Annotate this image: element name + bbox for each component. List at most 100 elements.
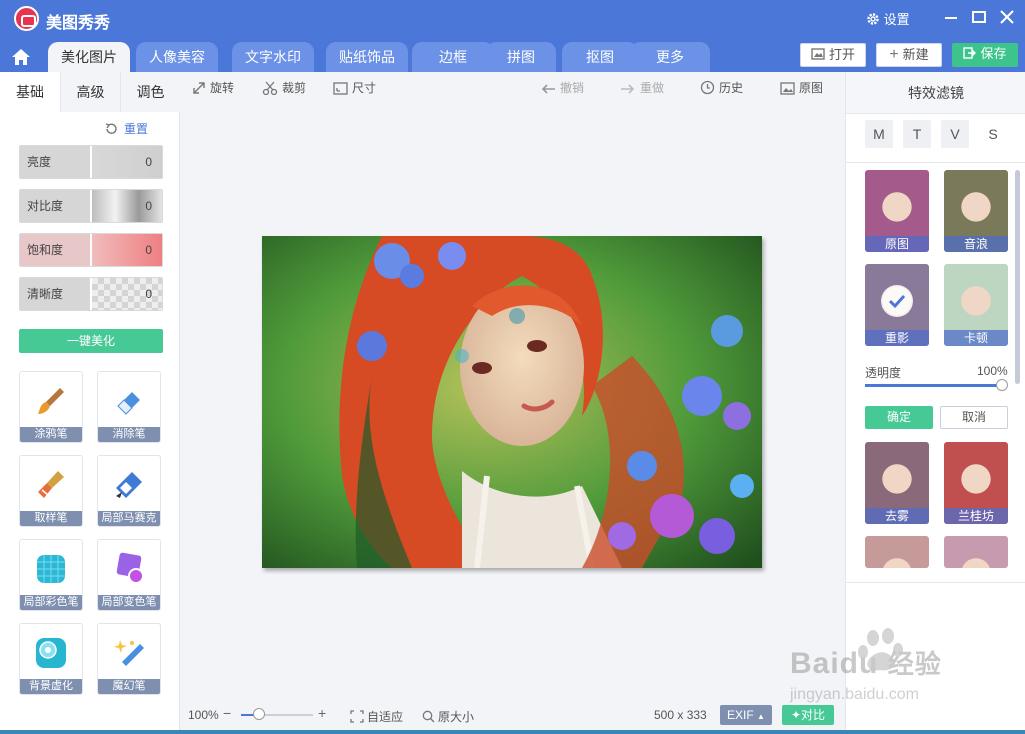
tool-color-pen[interactable]: 局部彩色笔 (19, 539, 83, 611)
watermark-brand: Baidu 经验 (790, 644, 942, 681)
filter-category-m[interactable]: M (865, 120, 893, 148)
size-button[interactable]: 尺寸 (333, 80, 376, 96)
subtab-color[interactable]: 调色 (120, 72, 180, 112)
tool-magic-pen[interactable]: 魔幻笔 (97, 623, 161, 695)
tool-sample-pen[interactable]: 取样笔 (19, 455, 83, 527)
rotate-button[interactable]: 旋转 (192, 80, 234, 96)
blur-background-icon (36, 638, 66, 668)
divider (846, 162, 1025, 163)
reset-button[interactable]: 重置 (104, 120, 148, 137)
filters-scrollbar[interactable] (1015, 170, 1020, 384)
filter-label: 兰桂坊 (944, 508, 1008, 524)
tool-label: 局部马赛克 (98, 511, 160, 526)
redo-button[interactable]: 重做 (620, 80, 664, 96)
zoom-slider-handle[interactable] (253, 708, 265, 720)
open-button[interactable]: 打开 (800, 43, 866, 67)
new-label: 新建 (902, 47, 929, 62)
filter-thumbnail (944, 536, 1008, 568)
zoom-level: 100% (188, 708, 219, 722)
rotate-label: 旋转 (210, 81, 235, 95)
tab-beautify[interactable]: 美化图片 (48, 42, 130, 72)
exif-button[interactable]: EXIF ▲ (720, 705, 772, 725)
filter-category-t[interactable]: T (903, 120, 931, 148)
redo-label: 重做 (640, 81, 665, 95)
edited-photo[interactable] (262, 236, 762, 568)
one-click-beautify-button[interactable]: 一键美化 (19, 329, 163, 353)
crop-label: 裁剪 (282, 81, 307, 95)
tool-label: 局部彩色笔 (20, 595, 82, 610)
filter-lan-kwai-fong[interactable]: 兰桂坊 (944, 442, 1008, 524)
fit-to-window-button[interactable]: 自适应 (350, 708, 403, 725)
original-size-button[interactable]: 原大小 (422, 708, 474, 725)
opacity-slider-track[interactable] (865, 384, 1003, 387)
tool-graffiti-pen[interactable]: 涂鸦笔 (19, 371, 83, 443)
confirm-button[interactable]: 确定 (865, 406, 933, 429)
opacity-slider-handle[interactable] (996, 379, 1008, 391)
history-label: 历史 (719, 81, 744, 95)
sample-brush-icon (38, 471, 64, 498)
history-button[interactable]: 历史 (700, 80, 743, 96)
filter-ghosting[interactable]: 重影 (865, 264, 929, 346)
reset-icon (105, 123, 117, 134)
magic-wand-icon (114, 640, 144, 666)
brightness-slider[interactable]: 亮度 0 (19, 145, 163, 179)
image-dimensions: 500 x 333 (654, 708, 707, 722)
tab-more[interactable]: 更多 (630, 42, 710, 72)
filter-label: 原图 (865, 236, 929, 252)
color-pen-icon (37, 555, 65, 583)
zoom-out-icon[interactable]: − (223, 705, 231, 721)
photo-image (262, 236, 762, 568)
tool-label: 消除笔 (98, 427, 160, 442)
subtab-basic[interactable]: 基础 (0, 72, 60, 112)
filter-label: 重影 (865, 330, 929, 346)
filter-label: 卡顿 (944, 330, 1008, 346)
filter-thumbnail (865, 536, 929, 568)
tab-stickers[interactable]: 贴纸饰品 (326, 42, 408, 72)
image-icon (811, 48, 825, 60)
watermark-sub-brand: 经验 (887, 649, 942, 679)
cancel-button[interactable]: 取消 (940, 406, 1008, 429)
image-icon (780, 82, 795, 95)
divider (846, 582, 1025, 583)
maximize-icon[interactable] (968, 6, 990, 28)
crop-button[interactable]: 裁剪 (262, 80, 306, 96)
filter-sound-wave[interactable]: 音浪 (944, 170, 1008, 252)
filter-category-v[interactable]: V (941, 120, 969, 148)
scissors-icon (262, 81, 278, 96)
save-button[interactable]: 保存 (952, 43, 1018, 67)
close-icon[interactable] (996, 6, 1018, 28)
tab-cutout[interactable]: 抠图 (562, 42, 638, 72)
undo-label: 撤销 (560, 81, 585, 95)
settings-button[interactable]: 设置 (866, 9, 910, 28)
saturation-slider[interactable]: 饱和度 0 (19, 233, 163, 267)
filter-original[interactable]: 原图 (865, 170, 929, 252)
home-icon[interactable] (8, 44, 34, 70)
brightness-value: 0 (145, 155, 152, 169)
zoom-in-icon[interactable]: + (318, 705, 326, 721)
tool-mosaic-pen[interactable]: 局部马赛克 (97, 455, 161, 527)
tool-recolor-pen[interactable]: 局部变色笔 (97, 539, 161, 611)
filter-dehaze[interactable]: 去雾 (865, 442, 929, 524)
filter-item[interactable] (944, 536, 1008, 568)
original-button[interactable]: 原图 (780, 80, 823, 96)
tab-collage[interactable]: 拼图 (486, 42, 556, 72)
sharpness-slider[interactable]: 清晰度 0 (19, 277, 163, 311)
tool-eraser-pen[interactable]: 消除笔 (97, 371, 161, 443)
filter-category-s[interactable]: S (979, 120, 1007, 148)
tab-text-watermark[interactable]: 文字水印 (232, 42, 314, 72)
minimize-icon[interactable] (940, 6, 962, 28)
tab-portrait[interactable]: 人像美容 (136, 42, 218, 72)
filter-lag[interactable]: 卡顿 (944, 264, 1008, 346)
original-label: 原图 (799, 81, 824, 95)
tab-border[interactable]: 边框 (412, 42, 494, 72)
filter-label: 去雾 (865, 508, 929, 524)
tool-label: 涂鸦笔 (20, 427, 82, 442)
new-button[interactable]: + 新建 (876, 43, 942, 67)
undo-button[interactable]: 撤销 (540, 80, 584, 96)
redo-arrow-icon (621, 84, 635, 94)
subtab-advanced[interactable]: 高级 (60, 72, 120, 112)
tool-background-blur[interactable]: 背景虚化 (19, 623, 83, 695)
fit-icon (350, 710, 364, 723)
filter-item[interactable] (865, 536, 929, 568)
contrast-slider[interactable]: 对比度 0 (19, 189, 163, 223)
